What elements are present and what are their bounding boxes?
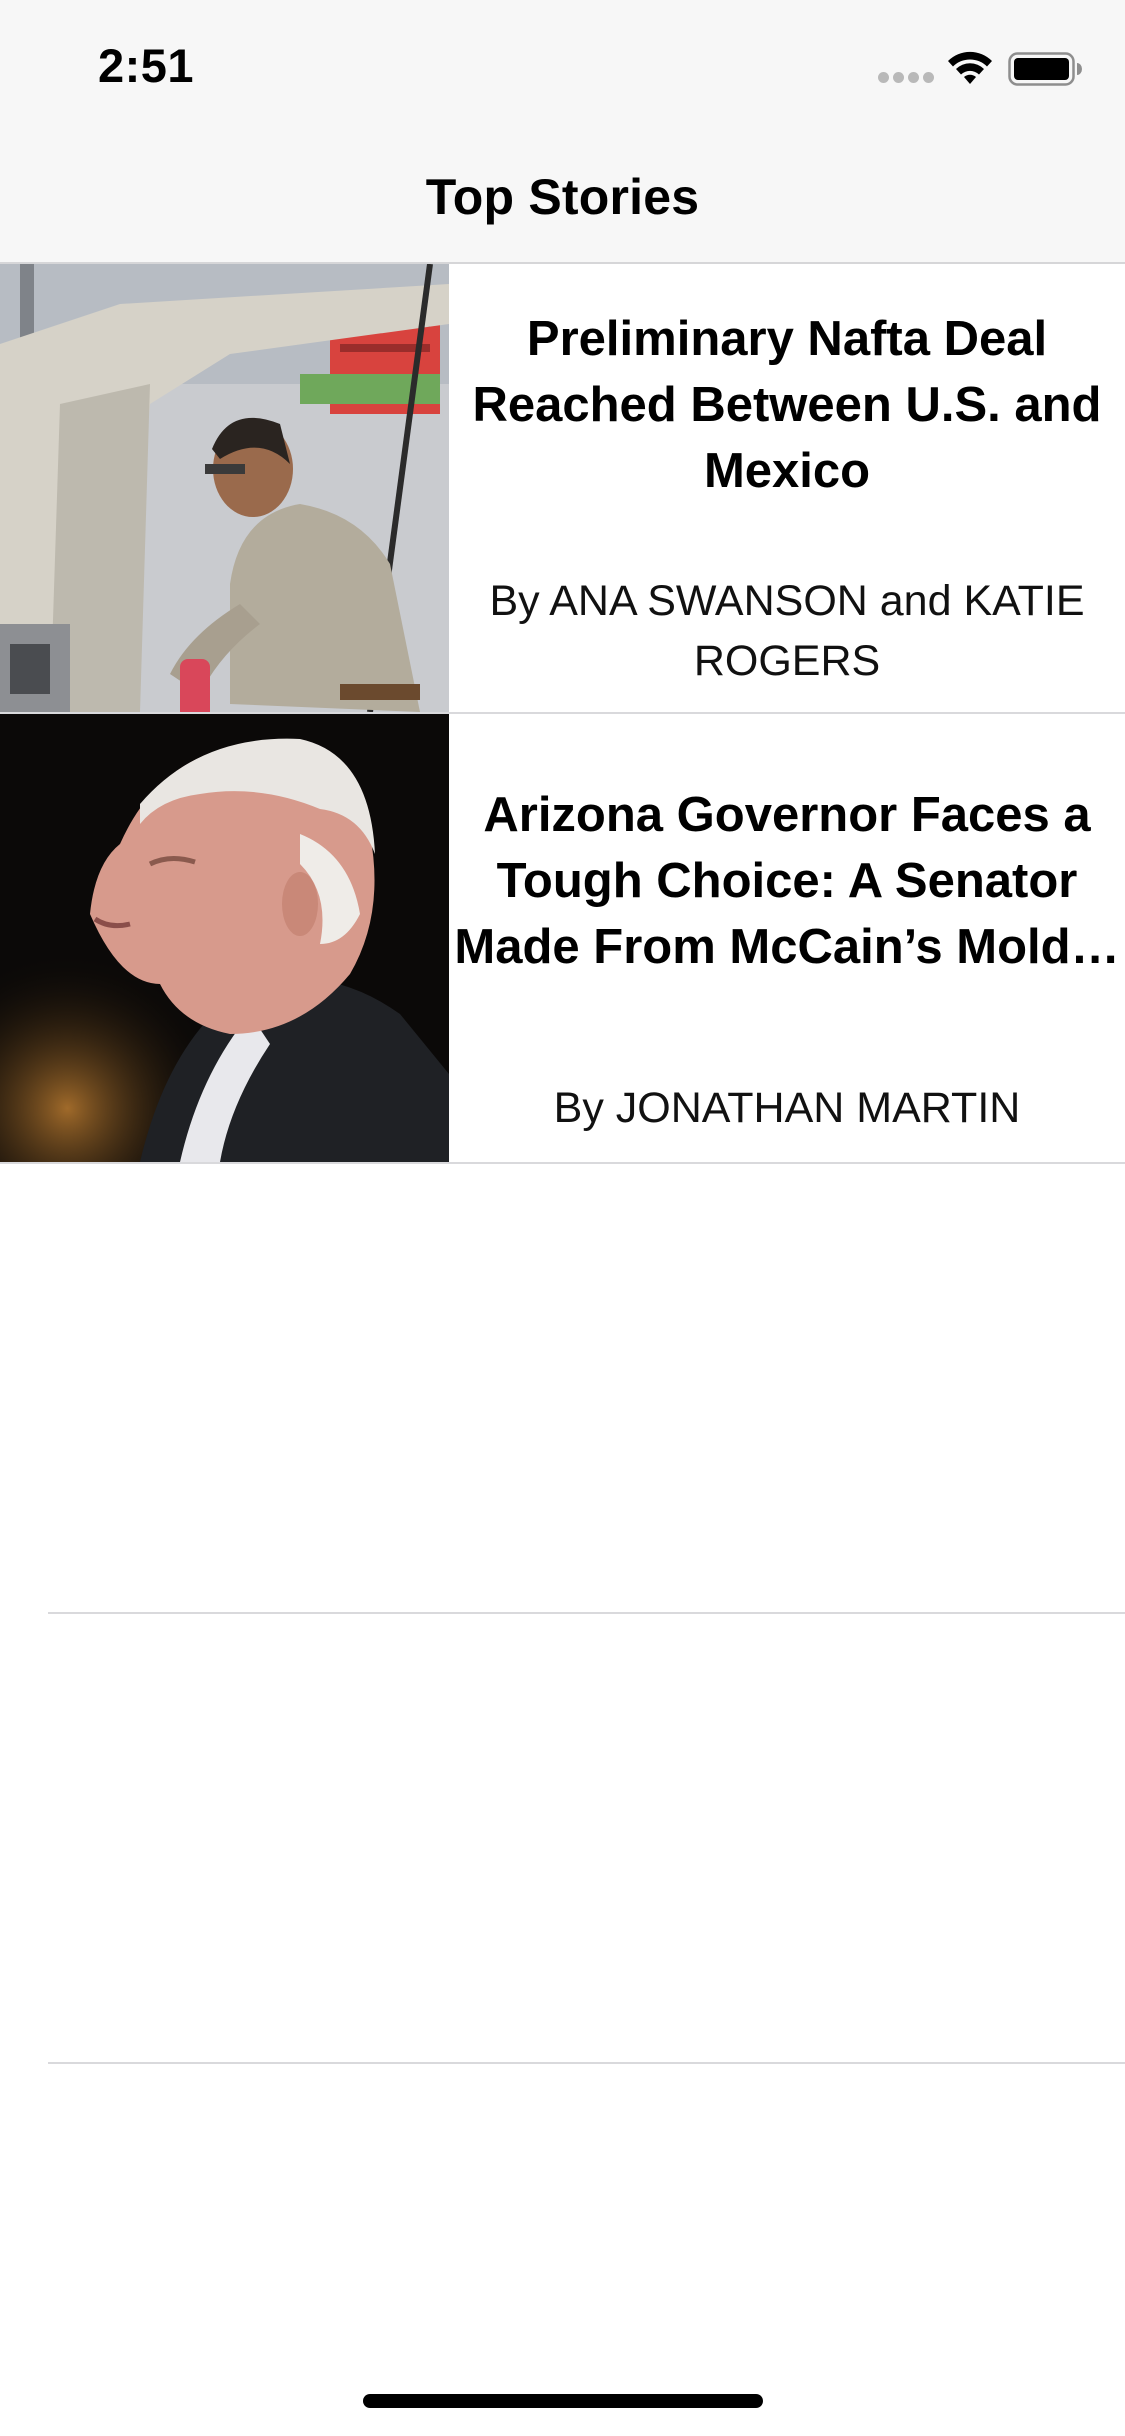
navigation-bar: 2:51 Top Stories	[0, 0, 1125, 264]
story-headline: Preliminary Nafta Deal Reached Between U…	[472, 312, 1102, 498]
empty-row	[0, 1614, 1125, 2064]
row-separator	[48, 2062, 1125, 2064]
senator-portrait-photo	[0, 714, 449, 1162]
cellular-signal-icon	[878, 72, 934, 84]
story-text: Preliminary Nafta Deal Reached Between U…	[449, 264, 1125, 712]
story-thumbnail	[0, 264, 449, 712]
story-thumbnail	[0, 714, 449, 1162]
story-row[interactable]: Preliminary Nafta Deal Reached Between U…	[0, 264, 1125, 714]
home-indicator[interactable]	[363, 2394, 763, 2408]
story-list: Preliminary Nafta Deal Reached Between U…	[0, 264, 1125, 2064]
story-byline: By ANA SWANSON and KATIE ROGERS	[489, 577, 1085, 685]
empty-row	[0, 1164, 1125, 1614]
factory-worker-photo	[0, 264, 449, 712]
battery-icon	[1008, 52, 1082, 86]
app-screen: 2:51 Top Stories Preliminary Nafta Deal …	[0, 0, 1125, 2436]
story-headline: Arizona Governor Faces a Tough Choice: A…	[454, 788, 1120, 974]
status-time: 2:51	[98, 39, 195, 92]
story-row[interactable]: Arizona Governor Faces a Tough Choice: A…	[0, 714, 1125, 1164]
story-text: Arizona Governor Faces a Tough Choice: A…	[449, 714, 1125, 1162]
wifi-icon	[948, 51, 992, 84]
story-byline: By JONATHAN MARTIN	[553, 1084, 1021, 1132]
page-title: Top Stories	[425, 169, 700, 225]
